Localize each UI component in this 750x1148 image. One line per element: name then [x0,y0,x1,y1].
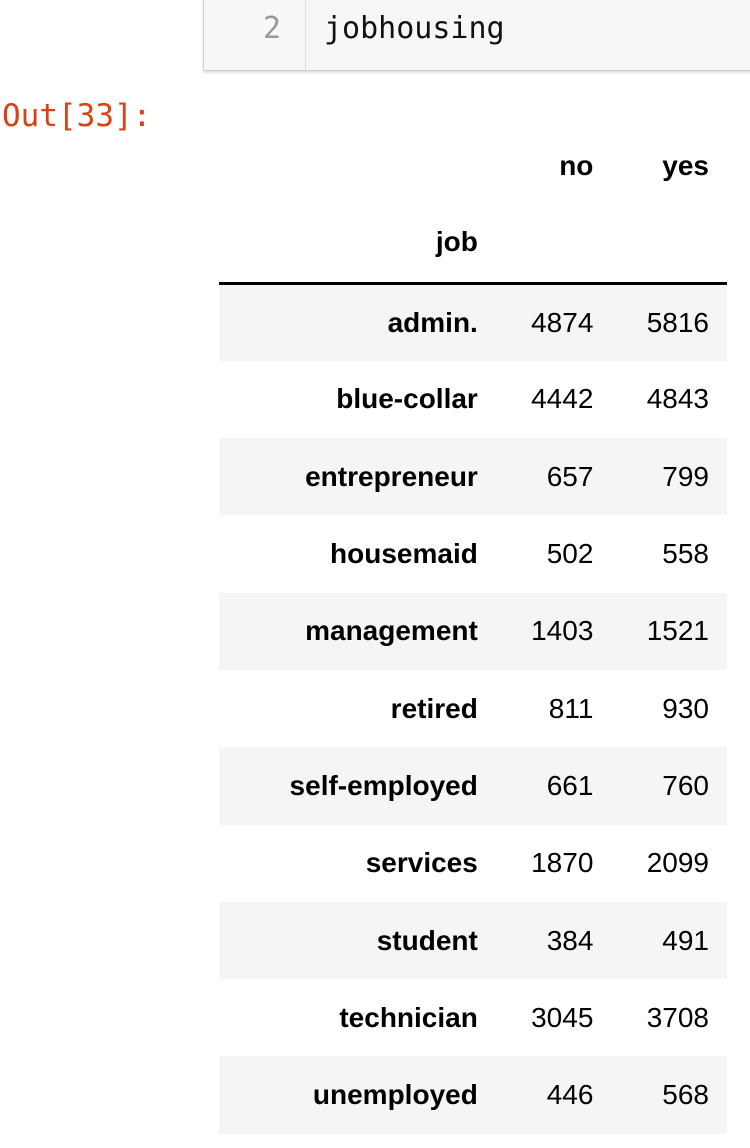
table-row: retired 811 930 [219,670,727,747]
cell-yes: 568 [662,1079,709,1111]
cell-yes: 2099 [646,847,709,879]
cell-no: 661 [546,769,594,801]
cell-yes: 558 [662,538,709,570]
line-number: 2 [262,11,281,46]
row-label: unemployed [312,1079,478,1111]
cell-yes: 5816 [646,306,709,338]
row-label: self-employed [289,769,478,801]
cell-yes: 3708 [646,1001,709,1033]
column-header-row: no yes [219,130,727,202]
cell-no: 4874 [531,306,594,338]
cell-yes: 4843 [646,383,709,415]
table-row: student 384 491 [219,901,727,980]
row-label: housemaid [330,538,478,570]
table-row: management 1403 1521 [219,592,727,670]
cell-no: 4442 [531,383,594,415]
line-gutter: 2 [204,0,306,70]
cell-no: 3045 [531,1001,594,1033]
index-name: job [219,202,496,285]
cell-no: 657 [546,460,594,492]
cell-no: 1870 [531,847,594,879]
row-label: management [305,615,478,647]
row-label: blue-collar [336,383,478,415]
cell-yes: 491 [662,924,709,956]
corner-cell [219,130,496,202]
table-row: admin. 4874 5816 [219,283,727,361]
cell-yes: 1521 [646,615,709,647]
table-row: housemaid 502 558 [219,515,727,592]
cell-no: 1403 [531,615,594,647]
cell-no: 446 [546,1079,594,1111]
row-label: retired [390,692,478,724]
table-row: blue-collar 4442 4843 [219,361,727,438]
table-row: technician 3045 3708 [219,979,727,1056]
code-cell[interactable]: 2 jobhousing [203,0,750,71]
table-row: services 1870 2099 [219,825,727,902]
column-header: no [559,150,594,181]
row-label: entrepreneur [305,460,478,492]
cell-yes: 799 [662,460,709,492]
table-row: self-employed 661 760 [219,747,727,825]
column-header: yes [662,150,709,181]
cell-no: 384 [546,924,594,956]
dataframe-table: no yes job admin. 4874 5816 blue-collar 4442… [219,130,727,1134]
row-label: technician [339,1001,478,1033]
row-label: services [365,847,478,879]
table-row: unemployed 446 568 [219,1056,727,1134]
output-prompt: Out[33]: [2,98,152,134]
row-label: student [376,924,478,956]
cell-no: 502 [546,538,594,570]
row-label: admin. [387,306,478,338]
cell-yes: 760 [662,769,709,801]
cell-yes: 930 [662,692,709,724]
table-row: entrepreneur 657 799 [219,438,727,516]
index-header-row: job [219,202,727,285]
code-line[interactable]: jobhousing [324,11,505,46]
cell-no: 811 [548,692,594,724]
